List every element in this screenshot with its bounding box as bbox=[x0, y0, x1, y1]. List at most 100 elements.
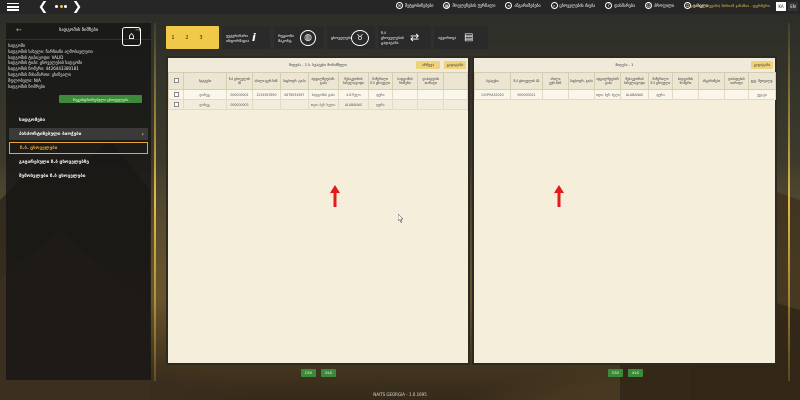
column-header[interactable]: სტატუსი bbox=[474, 72, 511, 90]
step-selector[interactable]: 1 2 3 bbox=[166, 26, 219, 49]
column-header[interactable]: დაბადების თარიღი bbox=[724, 72, 749, 90]
select-all-checkbox[interactable] bbox=[167, 72, 185, 90]
table-cell: GLYPHAS2020 bbox=[474, 89, 511, 100]
export-xls-button[interactable]: XLS bbox=[321, 369, 336, 377]
lang-ka-button[interactable]: KA bbox=[776, 2, 786, 11]
holding-info: სადგომი სადგომის სახელი: ჩარჩიანი აღმოსა… bbox=[8, 43, 93, 89]
column-header[interactable]: ჩაწერილი ჩ.ბ ცხოველი bbox=[648, 72, 673, 90]
table-cell: თეთ. ბუნ. ხელი. bbox=[594, 89, 621, 100]
top-menu-help[interactable]: ? დახმარება bbox=[605, 2, 635, 9]
column-header[interactable]: ახალი ყურ.ნიშ. bbox=[251, 72, 281, 90]
column-header[interactable]: მესაკუთრის სახელი/კოდი bbox=[337, 72, 370, 90]
right-table-title: მიღება - 1 bbox=[615, 63, 634, 67]
table-cell bbox=[417, 99, 445, 110]
top-menu-calendar[interactable]: ▦ მოვლენების ჟურნალი bbox=[443, 2, 495, 9]
button-label: ცხოველები bbox=[331, 35, 352, 40]
column-header[interactable]: სტატუსი bbox=[183, 72, 228, 90]
chevron-right-icon: › bbox=[141, 130, 144, 138]
column-header[interactable]: ჩ.ბ ცხოველის ID bbox=[510, 72, 543, 90]
top-menu-document[interactable]: ≡ ანგარიშებები bbox=[505, 2, 541, 9]
left-menu-item[interactable]: სადგომები bbox=[9, 114, 148, 126]
lang-en-button[interactable]: EN bbox=[788, 2, 798, 11]
left-table-title: მიღება - 2 ბ. სტატუსი მონიშნული bbox=[288, 63, 348, 67]
upload-button[interactable]: ატვირთვა ▤ bbox=[434, 26, 488, 49]
column-header[interactable]: დაბადების თარიღი bbox=[417, 72, 445, 90]
export-csv-button[interactable]: CSV bbox=[608, 369, 623, 377]
right-table: სტატუსი ჩ.ბ ცხოველის ID ახალი ყურ.ნიშ. ს… bbox=[474, 72, 776, 100]
current-user[interactable]: გიორგი (ბეჟანი) მარიამ ჯანაშია - ფერმერი bbox=[690, 3, 770, 8]
top-menu-label: ანგარიშებები bbox=[514, 3, 541, 8]
table-header-row: სტატუსი ჩ.ბ ცხოველის ID ახალი ყურ.ნიშ. ს… bbox=[474, 72, 776, 90]
table-row[interactable]: დარეგ. 000000001 1234567890 0878934567 ს… bbox=[167, 89, 468, 100]
export-csv-button[interactable]: CSV bbox=[301, 369, 316, 377]
top-menu-profile[interactable]: ☺ პროფილი bbox=[645, 2, 674, 9]
button-label: რეგიონი მაკონტ. bbox=[278, 32, 295, 43]
export-xls-button[interactable]: XLS bbox=[628, 369, 643, 377]
column-header[interactable]: ანგარიშები bbox=[698, 72, 725, 90]
column-header bbox=[443, 72, 468, 90]
move-button[interactable]: გადატანა bbox=[751, 61, 773, 69]
column-header[interactable]: ვეტ. მეთვალყ. bbox=[748, 72, 776, 90]
registered-animals-button[interactable]: რეგისტრირებული ცხოველები bbox=[59, 95, 142, 103]
row-checkbox[interactable] bbox=[173, 101, 179, 107]
top-menu-search[interactable]: ⌕ ცხოველების ძიება bbox=[550, 2, 595, 9]
column-header[interactable]: ახალი ყურ.ნიშ. bbox=[542, 72, 569, 90]
column-header[interactable]: მესაკუთრის სახელი/კოდი bbox=[620, 72, 649, 90]
column-header[interactable]: ადგილმდებარ. ტიპი bbox=[594, 72, 621, 90]
step-1[interactable]: 1 bbox=[166, 35, 180, 41]
back-arrow-icon[interactable]: ❮ bbox=[38, 0, 48, 13]
column-header[interactable]: სადგომის ნომერი bbox=[672, 72, 699, 90]
forward-arrow-icon[interactable]: ❯ bbox=[72, 0, 82, 13]
table-cell: ფურა bbox=[648, 89, 673, 100]
table-row[interactable]: GLYPHAS2020 000000021 თეთ. ბუნ. ხელი. AL… bbox=[474, 89, 776, 100]
column-header[interactable]: ჩ.ბ ცხოველის ID bbox=[226, 72, 253, 90]
table-cell: 000000003 bbox=[226, 99, 253, 110]
hamburger-menu-icon[interactable] bbox=[7, 1, 19, 12]
transfer-button[interactable]: ჩ.ბ ცხოველების გადატანა ⇄ bbox=[378, 26, 431, 49]
left-menu-item[interactable]: შემოსვლები ჩ.ბ ცხოველები bbox=[9, 170, 148, 182]
select-button[interactable]: არჩევა bbox=[416, 61, 440, 69]
search-icon: ⌕ bbox=[550, 2, 558, 9]
divider bbox=[788, 23, 790, 381]
step-3[interactable]: 3 bbox=[194, 35, 208, 41]
top-menu-label: მოვლენების ჟურნალი bbox=[452, 3, 496, 8]
menu-label: პასპორტიზებული ბიოჭები bbox=[19, 131, 82, 137]
column-header[interactable]: საცხოვრ. ტიპი bbox=[279, 72, 309, 90]
table-cell bbox=[391, 89, 419, 100]
table-cell bbox=[672, 89, 699, 100]
menu-label: გატარებული ჩ.ბ ცხოველებზე bbox=[19, 159, 89, 165]
column-header[interactable]: ჩაწერილი ჩ.ბ ცხოველი bbox=[368, 72, 393, 90]
vet-info-button[interactable]: ვეტერინარი ინფორმაცია i bbox=[222, 26, 270, 49]
table-cell: 1234567890 bbox=[251, 89, 281, 100]
left-menu: სადგომები პასპორტიზებული ბიოჭები › ჩ.ბ. ც… bbox=[6, 112, 151, 184]
region-button[interactable]: რეგიონი მაკონტ. ◍ bbox=[274, 26, 324, 49]
table-cell bbox=[417, 89, 445, 100]
step-2[interactable]: 2 bbox=[180, 35, 194, 41]
left-menu-item[interactable]: გატარებული ჩ.ბ ცხოველებზე bbox=[9, 156, 148, 168]
checkbox[interactable] bbox=[173, 78, 179, 83]
move-button[interactable]: გადატანა bbox=[444, 61, 466, 69]
top-menu: ✉ შეტყობინებები ▦ მოვლენების ჟურნალი ≡ ანგა… bbox=[396, 2, 708, 9]
table-cell: 4-8 წელი bbox=[337, 89, 370, 100]
left-menu-item-selected[interactable]: ჩ.ბ. ცხოველები bbox=[9, 142, 148, 154]
top-menu-inbox[interactable]: ✉ შეტყობინებები bbox=[396, 2, 433, 9]
calendar-icon: ▦ bbox=[443, 2, 451, 9]
column-header[interactable]: საცხოვრ. ტიპი bbox=[568, 72, 595, 90]
transfer-icon: ⇄ bbox=[410, 31, 420, 44]
column-header[interactable]: ადგილმდებარ. ტიპი bbox=[307, 72, 339, 90]
top-menu-label: პროფილი bbox=[654, 3, 675, 8]
right-table-header: მიღება - 1 გადატანა bbox=[474, 58, 775, 72]
inbox-icon: ✉ bbox=[396, 2, 403, 9]
table-row[interactable]: დარეგ. 000000003 თეთ. ბუნ. ხელი. ALABANA… bbox=[167, 99, 468, 110]
row-checkbox[interactable] bbox=[173, 91, 179, 97]
animals-button[interactable]: ცხოველები ♉ bbox=[327, 26, 375, 49]
divider bbox=[154, 23, 156, 381]
globe-icon: ◍ bbox=[300, 29, 316, 46]
column-header[interactable]: სადგომის ნომერი bbox=[391, 72, 419, 90]
clipboard-icon: ▤ bbox=[464, 32, 474, 43]
left-menu-item[interactable]: პასპორტიზებული ბიოჭები › bbox=[9, 128, 148, 140]
table-cell: ფურა bbox=[368, 99, 393, 110]
left-table-header: მიღება - 2 ბ. სტატუსი მონიშნული არჩევა გ… bbox=[168, 58, 468, 72]
button-label: ატვირთვა bbox=[438, 35, 457, 40]
table-cell: დარეგ. bbox=[183, 99, 228, 110]
